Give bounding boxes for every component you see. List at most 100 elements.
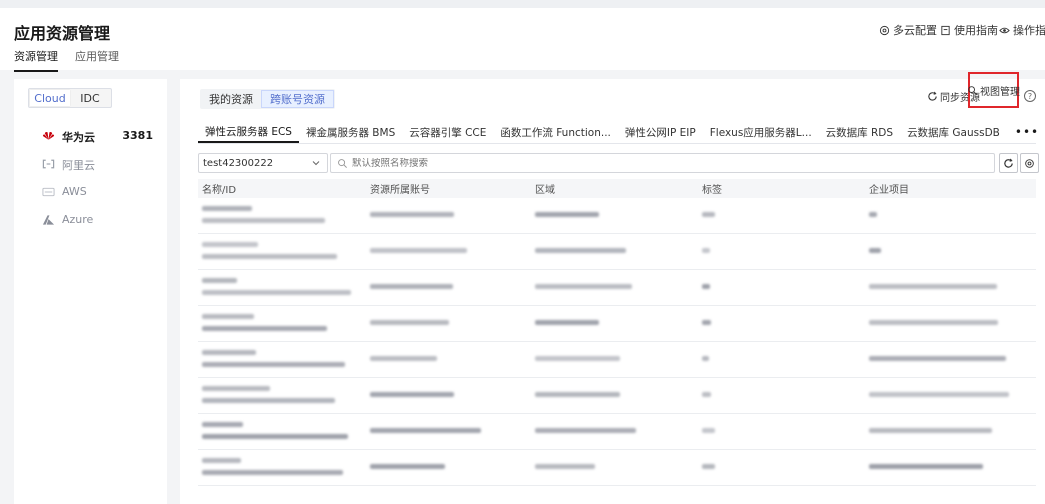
refresh-table-button[interactable] [999,153,1018,173]
redacted-text [202,314,254,319]
aws-icon [42,186,55,198]
cell-tags [698,414,865,449]
table-settings-button[interactable] [1020,153,1039,173]
segment-cloud[interactable]: Cloud [30,90,70,106]
column-header-tags: 标签 [702,185,722,196]
usage-guide-label: 使用指南 [954,24,998,37]
tab-gaussdb[interactable]: 云数据库 GaussDB [900,121,1007,143]
tab-ecs[interactable]: 弹性云服务器 ECS [198,121,299,143]
table-row[interactable] [198,450,1036,486]
multi-cloud-config-label: 多云配置 [893,24,937,37]
help-icon[interactable]: ? [1024,90,1036,102]
search-box[interactable] [330,153,995,173]
cell-account [366,378,531,413]
cell-tags [698,198,865,233]
cell-account [366,234,531,269]
tab-flexus[interactable]: Flexus应用服务器L... [703,121,819,143]
redacted-text [370,320,450,325]
cell-account [366,270,531,305]
table-row[interactable] [198,234,1036,270]
tab-application-management[interactable]: 应用管理 [75,48,119,70]
cloud-config-icon [879,25,890,36]
redacted-text [702,428,715,433]
tab-function[interactable]: 函数工作流 Function... [493,121,618,143]
usage-guide-link[interactable]: 使用指南 [940,22,998,38]
redacted-text [869,392,1009,397]
cloud-provider-list: 华为云 3381 阿里云 AWS Azure [14,122,167,234]
table-row[interactable] [198,306,1036,342]
cell-region [531,414,698,449]
operation-guide-label: 操作指引 [1013,24,1045,37]
sidebar-item-huawei-cloud[interactable]: 华为云 3381 [14,122,167,150]
redacted-text [370,356,438,361]
redacted-text [869,464,983,469]
table-body [198,198,1036,486]
segment-idc[interactable]: IDC [70,90,110,106]
huawei-cloud-icon [42,130,55,142]
cell-enterprise-project [865,450,1036,485]
main-content: 我的资源 跨账号资源 同步资源 视图管理 ? 弹性云服务器 ECS 裸金属服务器… [180,72,1045,504]
tab-resource-management[interactable]: 资源管理 [14,48,58,72]
redacted-text [202,326,327,331]
redacted-text [702,284,711,289]
cell-enterprise-project [865,234,1036,269]
top-strip [0,0,1045,8]
tab-rds[interactable]: 云数据库 RDS [819,121,900,143]
cell-name-id [198,342,366,377]
redacted-text [702,356,709,361]
azure-icon [42,214,55,226]
redacted-text [535,356,620,361]
tab-my-resources[interactable]: 我的资源 [201,90,261,108]
tabs-divider [198,143,1036,144]
tab-eip[interactable]: 弹性公网IP EIP [618,121,703,143]
cell-enterprise-project [865,198,1036,233]
cell-region [531,306,698,341]
more-tabs-button[interactable]: ••• [1007,121,1045,143]
refresh-icon [927,91,938,102]
cell-enterprise-project [865,342,1036,377]
chevron-down-icon [312,159,320,167]
search-icon [337,158,348,169]
table-row[interactable] [198,414,1036,450]
tab-bms[interactable]: 裸金属服务器 BMS [299,121,402,143]
table-header: 名称/ID 资源所属账号 区域 标签 企业项目 [198,179,1036,198]
operation-guide-link[interactable]: 操作指引 [999,22,1045,38]
table-row[interactable] [198,342,1036,378]
sidebar-item-aws[interactable]: AWS [14,178,167,206]
cloud-idc-switch: Cloud IDC [28,88,112,108]
redacted-text [869,212,877,217]
operation-guide-icon [999,25,1010,36]
table-row[interactable] [198,378,1036,414]
cell-tags [698,306,865,341]
search-input[interactable] [352,157,952,169]
page-title: 应用资源管理 [14,24,111,43]
account-select[interactable]: test42300222 [198,153,328,173]
cloud-name-aliyun: 阿里云 [62,159,95,172]
cell-account [366,198,531,233]
cell-account [366,306,531,341]
view-management-button[interactable]: 视图管理 [968,72,1020,108]
cell-enterprise-project [865,306,1036,341]
redacted-text [702,212,716,217]
cell-region [531,378,698,413]
table-row[interactable] [198,198,1036,234]
sidebar-item-azure[interactable]: Azure [14,206,167,234]
redacted-text [202,350,257,355]
redacted-text [869,320,998,325]
page-header: 应用资源管理 资源管理 应用管理 多云配置 使用指南 操作指引 [0,8,1045,72]
redacted-text [869,284,997,289]
cell-name-id [198,414,366,449]
sidebar-item-aliyun[interactable]: 阿里云 [14,150,167,178]
redacted-text [535,284,632,289]
table-row[interactable] [198,270,1036,306]
redacted-text [370,212,455,217]
multi-cloud-config-link[interactable]: 多云配置 [879,22,937,38]
tab-cce[interactable]: 云容器引擎 CCE [402,121,493,143]
tab-cross-account-resources[interactable]: 跨账号资源 [261,90,334,108]
redacted-text [535,320,600,325]
cloud-name-huawei: 华为云 [62,131,95,144]
redacted-text [535,464,596,469]
redacted-text [202,218,326,223]
redacted-text [869,428,992,433]
redacted-text [202,290,351,295]
